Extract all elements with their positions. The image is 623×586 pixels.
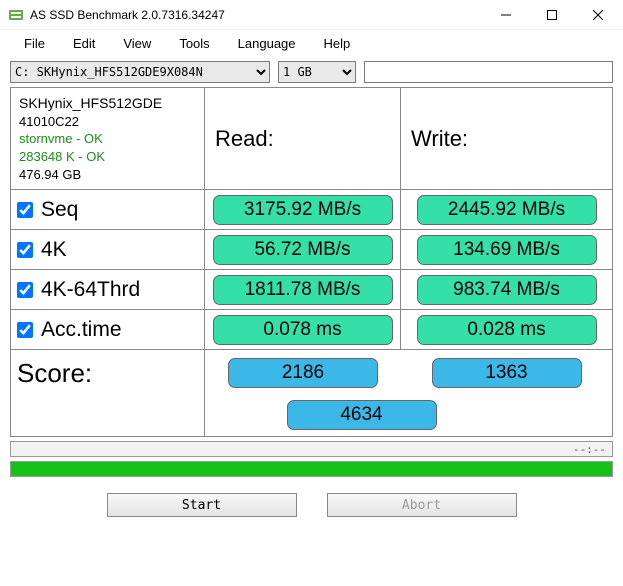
checkbox-4k[interactable] xyxy=(17,242,33,258)
capacity: 476.94 GB xyxy=(19,166,81,184)
row-acc: Acc.time xyxy=(11,310,205,349)
menu-edit[interactable]: Edit xyxy=(59,32,109,55)
drive-name: SKHynix_HFS512GDE xyxy=(19,94,162,113)
score-read: 2186 xyxy=(228,358,378,388)
score-write: 1363 xyxy=(432,358,582,388)
acc-write: 0.028 ms xyxy=(417,315,597,345)
menu-view[interactable]: View xyxy=(109,32,165,55)
alignment-status: 283648 K - OK xyxy=(19,148,105,166)
fourk-write: 134.69 MB/s xyxy=(417,235,597,265)
acc-read: 0.078 ms xyxy=(213,315,393,345)
driver-status: stornvme - OK xyxy=(19,130,103,148)
drive-select[interactable]: C: SKHynix_HFS512GDE9X084N xyxy=(10,61,270,83)
window-title: AS SSD Benchmark 2.0.7316.34247 xyxy=(30,8,483,22)
checkbox-seq[interactable] xyxy=(17,202,33,218)
score-label: Score: xyxy=(11,350,205,396)
checkbox-4k64[interactable] xyxy=(17,282,33,298)
size-select[interactable]: 1 GB xyxy=(278,61,356,83)
score-total: 4634 xyxy=(287,400,437,430)
checkbox-acc[interactable] xyxy=(17,322,33,338)
seq-read: 3175.92 MB/s xyxy=(213,195,393,225)
fourk64-write: 983.74 MB/s xyxy=(417,275,597,305)
fourk-read: 56.72 MB/s xyxy=(213,235,393,265)
row-seq: Seq xyxy=(11,190,205,229)
menubar: File Edit View Tools Language Help xyxy=(0,30,623,57)
menu-help[interactable]: Help xyxy=(310,32,365,55)
progress-bar-2 xyxy=(10,461,613,477)
filter-input[interactable] xyxy=(364,61,613,83)
start-button[interactable]: Start xyxy=(107,493,297,517)
progress-bar-1: --:-- xyxy=(10,441,613,457)
abort-button[interactable]: Abort xyxy=(327,493,517,517)
menu-file[interactable]: File xyxy=(10,32,59,55)
seq-write: 2445.92 MB/s xyxy=(417,195,597,225)
menu-language[interactable]: Language xyxy=(224,32,310,55)
row-4k: 4K xyxy=(11,230,205,269)
menu-tools[interactable]: Tools xyxy=(165,32,223,55)
app-icon xyxy=(8,7,24,23)
header-read: Read: xyxy=(205,88,401,189)
minimize-button[interactable] xyxy=(483,0,529,30)
results-grid: SKHynix_HFS512GDE 41010C22 stornvme - OK… xyxy=(10,87,613,437)
header-write: Write: xyxy=(401,88,612,189)
fourk64-read: 1811.78 MB/s xyxy=(213,275,393,305)
maximize-button[interactable] xyxy=(529,0,575,30)
drive-info: SKHynix_HFS512GDE 41010C22 stornvme - OK… xyxy=(11,88,205,189)
close-button[interactable] xyxy=(575,0,621,30)
row-4k64: 4K-64Thrd xyxy=(11,270,205,309)
firmware: 41010C22 xyxy=(19,113,79,131)
